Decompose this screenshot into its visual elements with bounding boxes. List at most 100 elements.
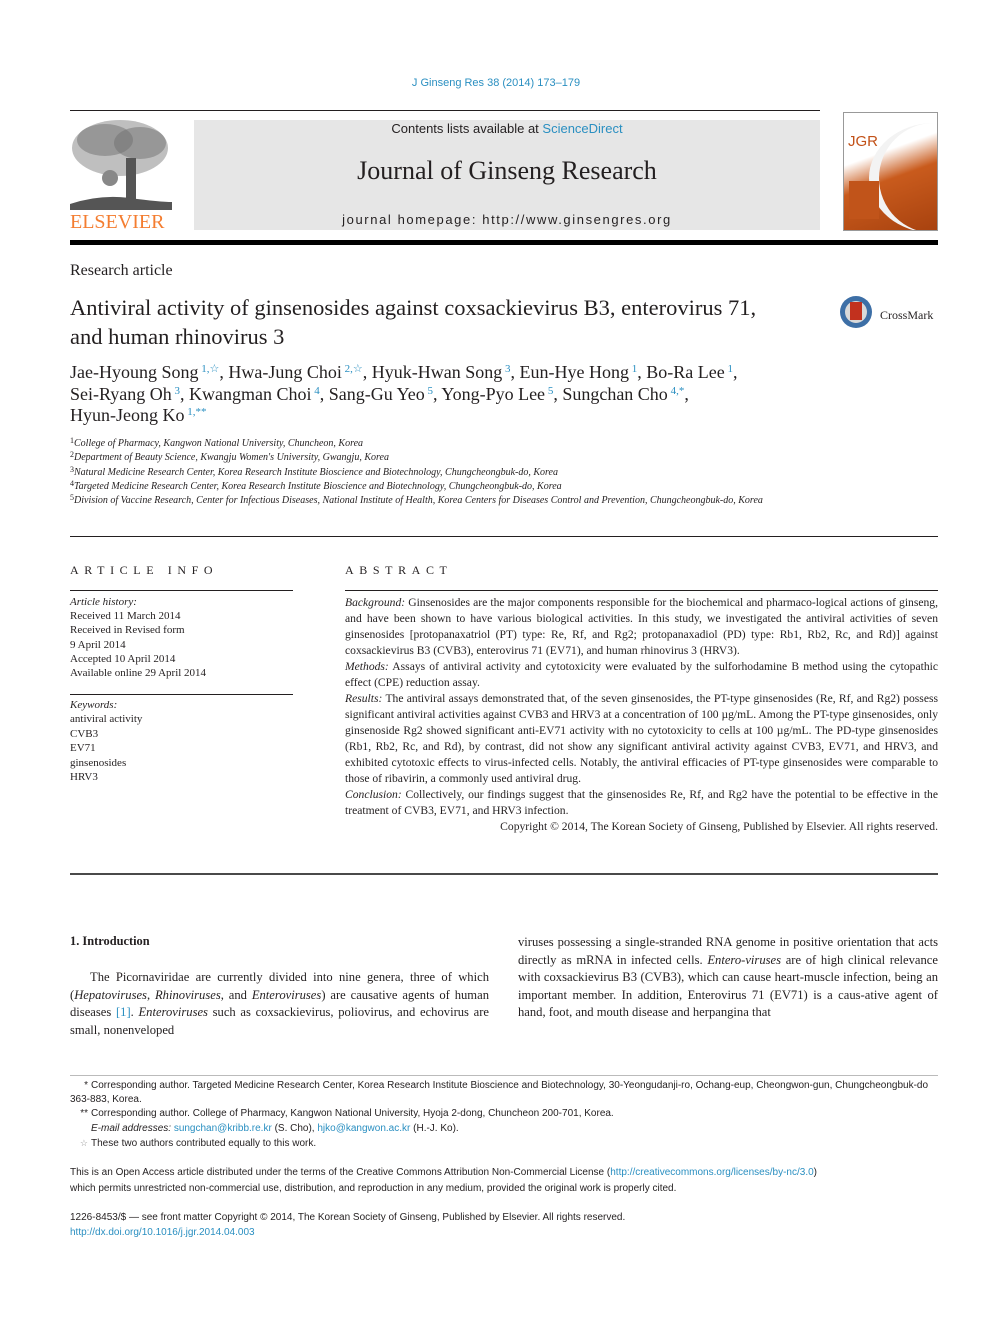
abstract-results: Results: The antiviral assays demonstrat…: [345, 691, 938, 787]
article-type: Research article: [70, 262, 173, 279]
license-link[interactable]: http://creativecommons.org/licenses/by-n…: [610, 1167, 813, 1178]
section-label: Conclusion:: [345, 788, 402, 801]
history-item: Received 11 March 2014: [70, 610, 181, 623]
footnote-emails: E-mail addresses: sungchan@kribb.re.kr (…: [70, 1122, 940, 1136]
header-rule: [70, 110, 820, 111]
introduction-column-1: The Picornaviridae are currently divided…: [70, 969, 489, 1039]
author-affiliation-marker[interactable]: 5: [425, 385, 434, 397]
footnote-text: These two authors contributed equally to…: [91, 1137, 317, 1149]
section-text: Ginsenosides are the major components re…: [345, 596, 938, 657]
author-affiliation-marker[interactable]: 2,☆: [342, 363, 363, 375]
affiliation: 2Department of Beauty Science, Kwangju W…: [70, 451, 930, 465]
journal-cover-image[interactable]: JGR: [843, 112, 938, 231]
footnote-text: Corresponding author. Targeted Medicine …: [70, 1080, 929, 1106]
affiliation: 3Natural Medicine Research Center, Korea…: [70, 465, 930, 480]
sciencedirect-link[interactable]: ScienceDirect: [542, 121, 622, 136]
author-name[interactable]: Hyuk-Hwan Song: [372, 362, 503, 382]
italic-term: Enteroviruses: [138, 1005, 208, 1019]
section-text: Assays of antiviral activity and cytotox…: [345, 660, 938, 689]
footnote-equal-contribution: ☆ These two authors contributed equally t…: [70, 1136, 940, 1151]
email-owner: (S. Cho),: [271, 1122, 318, 1134]
affiliations: 1College of Pharmacy, Kangwon National U…: [70, 437, 930, 508]
header-thick-rule: [70, 240, 938, 245]
email-link-ko[interactable]: hjko@kangwon.ac.kr: [317, 1123, 410, 1134]
crossmark-ribbon-icon: [850, 302, 862, 320]
contents-prefix: Contents lists available at: [391, 121, 543, 136]
affiliation-text: Department of Beauty Science, Kwangju Wo…: [74, 452, 389, 464]
journal-banner: Contents lists available at ScienceDirec…: [194, 120, 820, 230]
keywords: Keywords: antiviral activity CVB3 EV71 g…: [70, 698, 142, 784]
author-affiliation-marker[interactable]: 1: [629, 363, 638, 375]
keyword: HRV3: [70, 771, 98, 784]
affiliation: 5Division of Vaccine Research, Center fo…: [70, 494, 930, 508]
article-info-rule: [70, 590, 293, 591]
keyword: EV71: [70, 742, 96, 755]
introduction-heading: 1. Introduction: [70, 934, 150, 948]
introduction-column-2: viruses possessing a single-stranded RNA…: [518, 934, 938, 1022]
journal-citation-link[interactable]: J Ginseng Res 38 (2014) 173–179: [412, 77, 580, 89]
cover-swoosh: [869, 123, 937, 230]
body-text: , and: [220, 987, 252, 1002]
doi-link[interactable]: http://dx.doi.org/10.1016/j.jgr.2014.04.…: [70, 1227, 255, 1238]
author-list: Jae-Hyoung Song 1,☆, Hwa-Jung Choi 2,☆, …: [70, 362, 840, 427]
issn-line: 1226-8453/$ — see front matter Copyright…: [70, 1212, 626, 1223]
author-name[interactable]: Sei-Ryang Oh: [70, 384, 172, 404]
elsevier-wordmark[interactable]: ELSEVIER: [70, 211, 164, 234]
section-text: The antiviral assays demonstrated that, …: [345, 692, 938, 785]
author-name[interactable]: Sungchan Cho: [562, 384, 668, 404]
author-affiliation-marker[interactable]: 3: [172, 385, 181, 397]
italic-term: Rhinoviruses: [154, 987, 221, 1002]
abstract-methods: Methods: Assays of antiviral activity an…: [345, 659, 938, 691]
affiliation: 4Targeted Medicine Research Center, Kore…: [70, 479, 930, 494]
author-separator: ,: [553, 383, 563, 404]
history-item: Received in Revised form: [70, 624, 185, 637]
history-item: 9 April 2014: [70, 638, 126, 651]
author-affiliation-marker[interactable]: 4,*: [668, 385, 685, 397]
author-name[interactable]: Hyun-Jeong Ko: [70, 405, 185, 425]
author-affiliation-marker[interactable]: 3: [502, 363, 511, 375]
keywords-label: Keywords:: [70, 699, 118, 711]
keywords-rule: [70, 694, 293, 695]
email-link-cho[interactable]: sungchan@kribb.re.kr: [174, 1123, 272, 1134]
intro-paragraph: The Picornaviridae are currently divided…: [70, 969, 489, 1039]
affiliation-text: College of Pharmacy, Kangwon National Un…: [74, 438, 364, 449]
intro-paragraph: viruses possessing a single-stranded RNA…: [518, 934, 938, 1022]
author-affiliation-marker[interactable]: 1: [725, 363, 733, 375]
author-name[interactable]: Hwa-Jung Choi: [228, 362, 342, 382]
author-affiliation-marker[interactable]: 1,**: [185, 406, 206, 418]
author-name[interactable]: Yong-Pyo Lee: [441, 384, 545, 404]
author-name[interactable]: Eun-Hye Hong: [520, 362, 629, 382]
email-label: E-mail addresses:: [91, 1122, 172, 1134]
author-affiliation-marker[interactable]: 1,☆: [199, 363, 219, 375]
author-name[interactable]: Jae-Hyoung Song: [70, 362, 199, 382]
section-label: Background:: [345, 596, 406, 609]
author-name[interactable]: Kwangman Choi: [189, 384, 311, 404]
abstract-body: Background: Ginsenosides are the major c…: [345, 595, 938, 835]
author-affiliation-marker[interactable]: 4: [312, 385, 320, 397]
journal-homepage[interactable]: journal homepage: http://www.ginsengres.…: [194, 212, 820, 227]
author-separator: ,: [684, 383, 689, 404]
keyword: ginsenosides: [70, 756, 127, 769]
crossmark-label: CrossMark: [880, 308, 934, 322]
reference-link[interactable]: [1]: [116, 1005, 131, 1019]
italic-term: Enteroviruses: [251, 987, 322, 1002]
affiliation-text: Natural Medicine Research Center, Korea …: [74, 466, 558, 478]
journal-title[interactable]: Journal of Ginseng Research: [194, 156, 820, 186]
license-text: which permits unrestricted non-commercia…: [70, 1183, 677, 1194]
cover-ginseng-image: [849, 181, 879, 219]
footnote-corresponding-1: * Corresponding author. Targeted Medicine…: [70, 1079, 940, 1107]
abstract-background: Background: Ginsenosides are the major c…: [345, 595, 938, 659]
author-name[interactable]: Sang-Gu Yeo: [329, 384, 425, 404]
author-separator: ,: [319, 383, 329, 404]
star-icon: ☆: [79, 1137, 88, 1148]
journal-citation[interactable]: J Ginseng Res 38 (2014) 173–179: [0, 77, 992, 89]
asterisk-mark: *: [84, 1080, 88, 1091]
author-name[interactable]: Bo-Ra Lee: [646, 362, 724, 382]
affiliation-text: Division of Vaccine Research, Center for…: [74, 495, 763, 507]
section-label: Methods:: [345, 660, 389, 673]
affiliation-text: Targeted Medicine Research Center, Korea…: [74, 480, 562, 492]
author-separator: ,: [180, 383, 190, 404]
italic-term: Hepatoviruses: [74, 987, 147, 1002]
issn-block: 1226-8453/$ — see front matter Copyright…: [70, 1211, 940, 1240]
license-line: This is an Open Access article distribut…: [70, 1165, 940, 1181]
